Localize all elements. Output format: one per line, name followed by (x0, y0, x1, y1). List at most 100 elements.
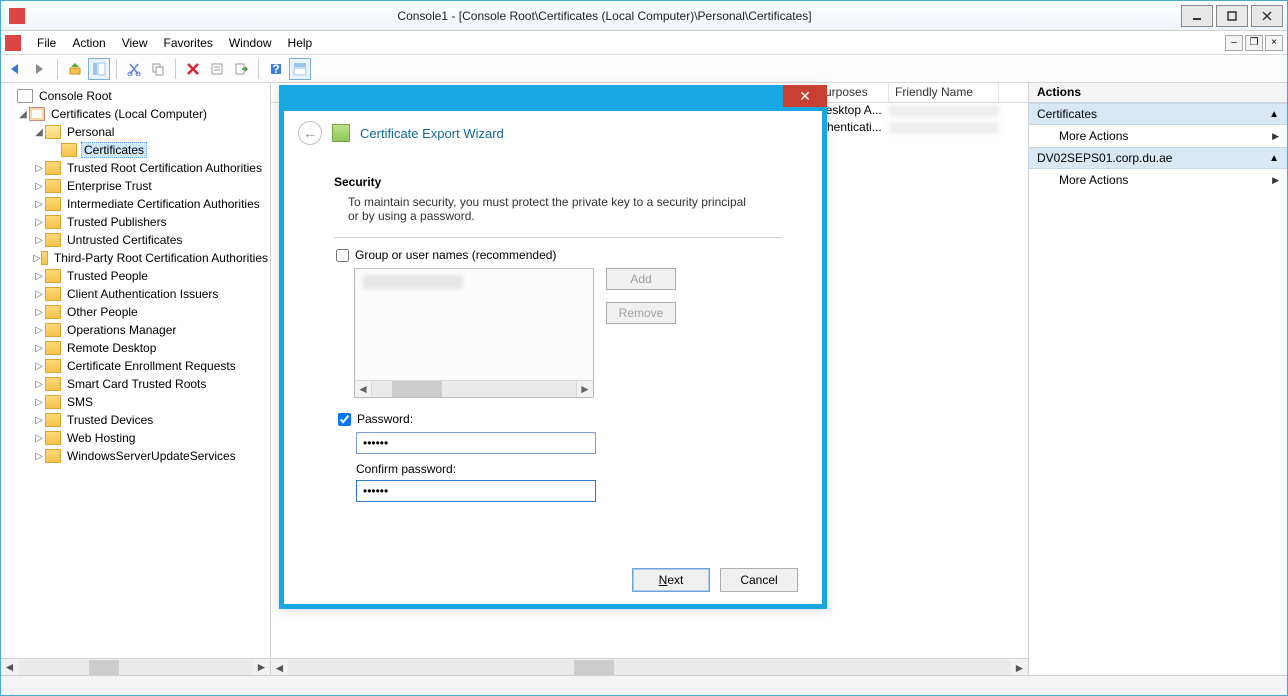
actions-more-2[interactable]: More Actions▶ (1029, 169, 1287, 191)
expand-icon[interactable]: ▷ (33, 271, 45, 282)
password-checkbox[interactable] (338, 413, 351, 426)
copy-button[interactable] (147, 58, 169, 80)
folder-icon (45, 341, 61, 355)
tree-personal[interactable]: Personal (65, 125, 116, 139)
mdi-minimize-button[interactable]: – (1225, 35, 1243, 51)
tree-item[interactable]: WindowsServerUpdateServices (65, 449, 238, 463)
wizard-back-button[interactable]: ← (298, 121, 322, 145)
wizard-section-desc: To maintain security, you must protect t… (334, 195, 754, 223)
tree-item[interactable]: Certificate Enrollment Requests (65, 359, 238, 373)
add-button[interactable]: Add (606, 268, 676, 290)
expand-icon[interactable]: ▷ (33, 199, 45, 210)
tree-personal-certs[interactable]: Certificates (81, 142, 147, 158)
expand-icon[interactable]: ▷ (33, 415, 45, 426)
group-names-checkbox-label[interactable]: Group or user names (recommended) (336, 248, 782, 262)
tree-item[interactable]: Web Hosting (65, 431, 137, 445)
scroll-left-icon[interactable]: ◄ (355, 381, 372, 397)
expand-icon[interactable]: ▷ (33, 181, 45, 192)
actions-more-1[interactable]: More Actions▶ (1029, 125, 1287, 147)
tree-item[interactable]: Remote Desktop (65, 341, 158, 355)
tree-item[interactable]: Untrusted Certificates (65, 233, 184, 247)
listbox-h-scrollbar[interactable]: ◄ ► (355, 380, 593, 397)
menu-help[interactable]: Help (280, 34, 321, 52)
cancel-button[interactable]: Cancel (720, 568, 798, 592)
menu-favorites[interactable]: Favorites (156, 34, 221, 52)
nav-back-button[interactable] (5, 58, 27, 80)
maximize-button[interactable] (1216, 5, 1248, 27)
tree-certs-root[interactable]: Certificates (Local Computer) (49, 107, 209, 121)
up-button[interactable] (64, 58, 86, 80)
scroll-left-icon[interactable]: ◄ (271, 660, 288, 675)
tree-item[interactable]: SMS (65, 395, 95, 409)
password-checkbox-label[interactable]: Password: (338, 412, 782, 426)
expand-icon[interactable]: ▷ (33, 307, 45, 318)
tree-item[interactable]: Smart Card Trusted Roots (65, 377, 208, 391)
tree-h-scrollbar[interactable]: ◄ ► (1, 658, 270, 675)
list-h-scrollbar[interactable]: ◄ ► (271, 658, 1028, 675)
expand-icon[interactable]: ▷ (33, 235, 45, 246)
collapse-icon: ▲ (1269, 109, 1279, 120)
tree-item[interactable]: Trusted People (65, 269, 150, 283)
tree-item[interactable]: Trusted Devices (65, 413, 155, 427)
minimize-button[interactable] (1181, 5, 1213, 27)
list-row[interactable]: Desktop A... (811, 103, 1028, 120)
expand-icon[interactable]: ◢ (33, 127, 45, 138)
mdi-close-button[interactable]: × (1265, 35, 1283, 51)
expand-icon[interactable]: ▷ (33, 325, 45, 336)
tree-item[interactable]: Operations Manager (65, 323, 178, 337)
tree-item[interactable]: Trusted Root Certification Authorities (65, 161, 264, 175)
col-friendly[interactable]: Friendly Name (889, 83, 999, 102)
tree-view[interactable]: Console Root ◢ Certificates (Local Comput… (1, 83, 270, 658)
view-mode-button[interactable] (289, 58, 311, 80)
expand-icon[interactable]: ▷ (33, 379, 45, 390)
expand-icon[interactable]: ◢ (17, 109, 29, 120)
wizard-title: Certificate Export Wizard (360, 126, 504, 141)
tree-item[interactable]: Other People (65, 305, 140, 319)
expand-icon[interactable]: ▷ (33, 433, 45, 444)
tree-item[interactable]: Client Authentication Issuers (65, 287, 220, 301)
expand-icon[interactable]: ▷ (33, 451, 45, 462)
scroll-left-icon[interactable]: ◄ (1, 660, 18, 675)
expand-icon[interactable]: ▷ (33, 163, 45, 174)
expand-icon[interactable]: ▷ (33, 361, 45, 372)
folder-icon (45, 449, 61, 463)
menu-view[interactable]: View (114, 34, 156, 52)
expand-icon[interactable]: ▷ (33, 397, 45, 408)
help-button[interactable]: ? (265, 58, 287, 80)
confirm-password-input[interactable] (356, 480, 596, 502)
actions-group-certificates[interactable]: Certificates▲ (1029, 103, 1287, 125)
remove-button[interactable]: Remove (606, 302, 676, 324)
tree-item[interactable]: Intermediate Certification Authorities (65, 197, 262, 211)
nav-forward-button[interactable] (29, 58, 51, 80)
tree-item[interactable]: Third-Party Root Certification Authoriti… (52, 251, 270, 265)
delete-button[interactable] (182, 58, 204, 80)
list-row[interactable]: uthenticati... (811, 120, 1028, 137)
password-input[interactable] (356, 432, 596, 454)
scroll-right-icon[interactable]: ► (253, 660, 270, 675)
group-names-checkbox[interactable] (336, 249, 349, 262)
expand-icon[interactable]: ▷ (33, 217, 45, 228)
expand-icon[interactable]: ▷ (33, 289, 45, 300)
menu-action[interactable]: Action (64, 34, 113, 52)
tree-console-root[interactable]: Console Root (37, 89, 114, 103)
next-button[interactable]: Next (632, 568, 710, 592)
menu-file[interactable]: File (29, 34, 64, 52)
menu-window[interactable]: Window (221, 34, 280, 52)
mdi-restore-button[interactable]: ❐ (1245, 35, 1263, 51)
scroll-right-icon[interactable]: ► (1011, 660, 1028, 675)
close-button[interactable] (1251, 5, 1283, 27)
tree-item[interactable]: Enterprise Trust (65, 179, 154, 193)
actions-group-object[interactable]: DV02SEPS01.corp.du.ae▲ (1029, 147, 1287, 169)
tree-item[interactable]: Trusted Publishers (65, 215, 169, 229)
scroll-right-icon[interactable]: ► (576, 381, 593, 397)
show-tree-button[interactable] (88, 58, 110, 80)
confirm-password-label: Confirm password: (356, 462, 782, 476)
wizard-close-button[interactable]: ✕ (783, 85, 827, 107)
export-button[interactable] (230, 58, 252, 80)
expand-icon[interactable]: ▷ (33, 343, 45, 354)
properties-button[interactable] (206, 58, 228, 80)
expand-icon[interactable]: ▷ (33, 253, 41, 264)
actions-pane: Actions Certificates▲ More Actions▶ DV02… (1029, 83, 1287, 675)
principals-listbox[interactable]: ◄ ► (354, 268, 594, 398)
cut-button[interactable] (123, 58, 145, 80)
